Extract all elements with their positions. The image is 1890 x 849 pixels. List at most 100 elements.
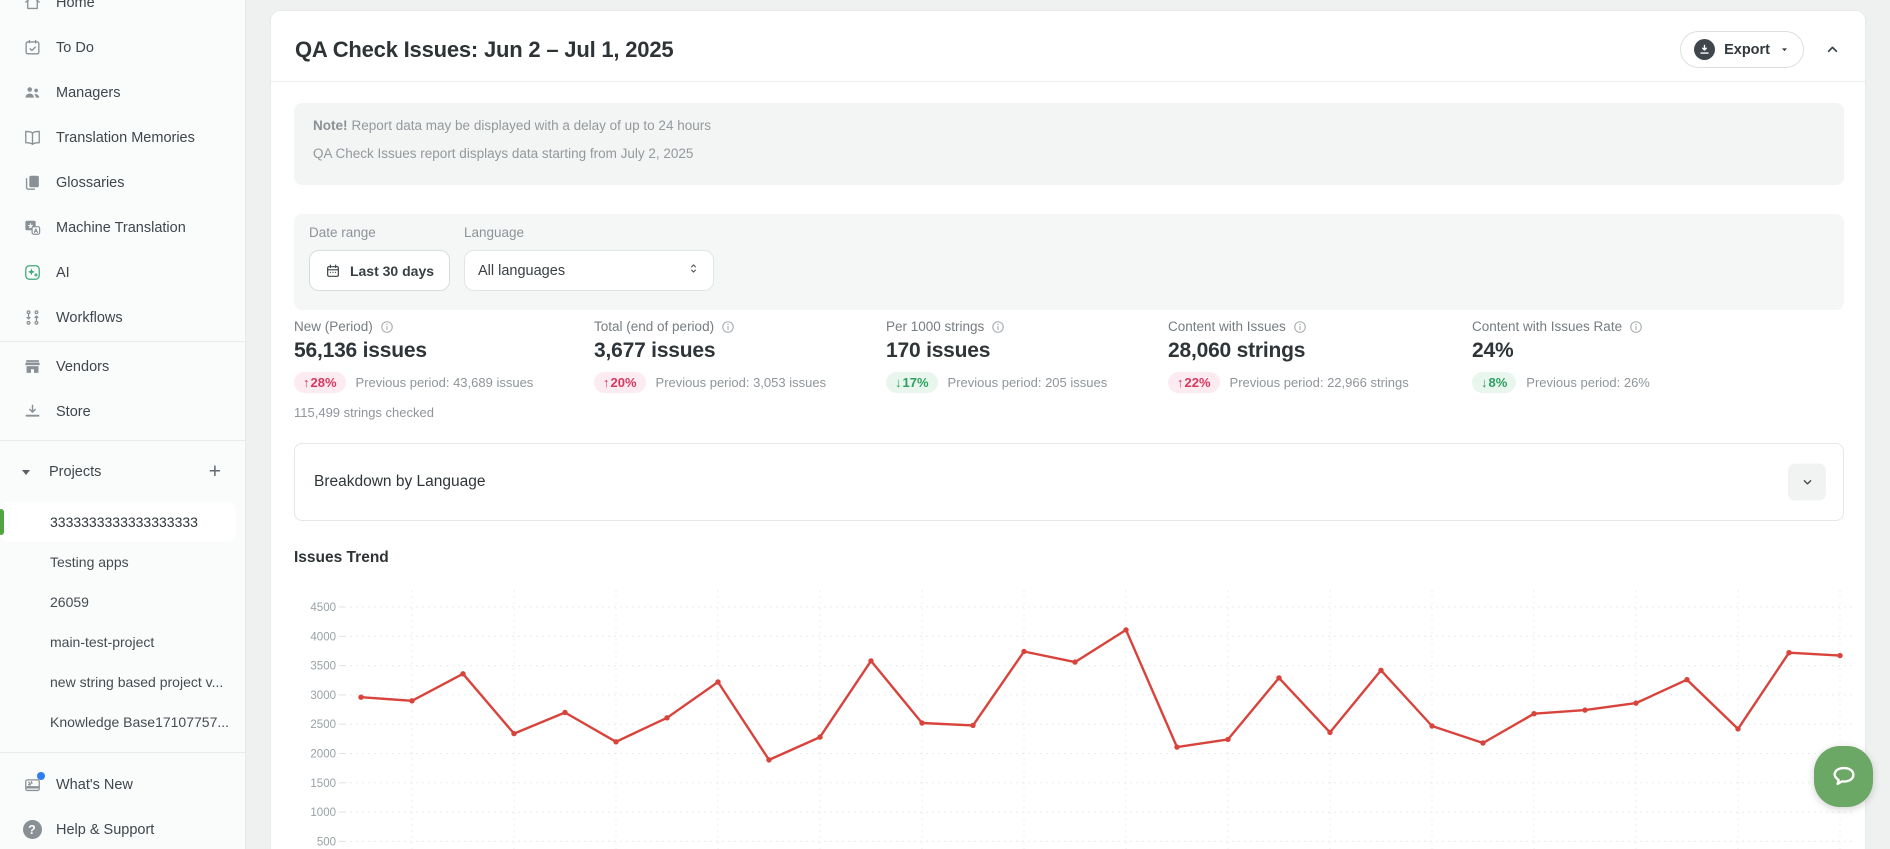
sidebar-footer-nav: What's New ? Help & Support: [0, 762, 245, 849]
managers-icon: [22, 83, 42, 103]
stat-change-value: 17%: [903, 375, 929, 390]
todo-calendar-icon: [22, 38, 42, 58]
stat-change-value: 22%: [1185, 375, 1211, 390]
stat-per-1000-strings: Per 1000 strings 170 issues ↓17% Previou…: [886, 319, 1107, 393]
sidebar-primary-nav: Home To Do Managers Translation Memories…: [0, 0, 245, 340]
svg-text:3500: 3500: [310, 661, 336, 673]
sidebar-item-vendors[interactable]: Vendors: [0, 344, 245, 389]
help-icon: ?: [22, 820, 42, 840]
qa-check-issues-dashboard: { "sidebar": { "nav_primary": [ {"label"…: [0, 0, 1890, 849]
translation-memories-icon: [22, 128, 42, 148]
sidebar-item-machine-translation[interactable]: Machine Translation: [0, 205, 245, 250]
stat-change-badge: ↓17%: [886, 372, 938, 393]
project-item[interactable]: new string based project v...: [0, 662, 245, 702]
info-icon[interactable]: [991, 320, 1005, 334]
sidebar-item-translation-memories[interactable]: Translation Memories: [0, 115, 245, 160]
info-icon[interactable]: [1629, 320, 1643, 334]
issues-trend-chart: 45004000350030002500200015001000500: [294, 586, 1860, 849]
breakdown-by-language-panel: Breakdown by Language: [294, 443, 1844, 521]
sidebar-item-todo[interactable]: To Do: [0, 25, 245, 70]
language-label: Language: [464, 225, 524, 240]
add-project-plus-icon[interactable]: +: [209, 462, 221, 482]
note-line-2: QA Check Issues report displays data sta…: [313, 146, 1825, 161]
svg-text:500: 500: [317, 836, 336, 848]
project-item[interactable]: main-test-project: [0, 622, 245, 662]
projects-section-header: Projects +: [0, 450, 245, 494]
trend-arrow-icon: ↑: [603, 375, 610, 390]
stat-change-badge: ↑28%: [294, 372, 346, 393]
breakdown-title: Breakdown by Language: [314, 473, 486, 491]
svg-text:2500: 2500: [310, 719, 336, 731]
trend-arrow-icon: ↑: [1177, 375, 1184, 390]
sidebar: Home To Do Managers Translation Memories…: [0, 0, 246, 849]
svg-text:4500: 4500: [310, 602, 336, 614]
dropdown-caret-icon: [1779, 44, 1790, 55]
stat-total-end-of-period: Total (end of period) 3,677 issues ↑20% …: [594, 319, 826, 393]
stat-label: Total (end of period): [594, 319, 714, 334]
project-item[interactable]: Knowledge Base17107757...: [0, 702, 245, 742]
note-text: Report data may be displayed with a dela…: [352, 118, 711, 133]
breakdown-expand-button[interactable]: [1788, 464, 1826, 501]
date-range-value: Last 30 days: [350, 263, 434, 279]
projects-list: 3333333333333333333 Testing apps 26059 m…: [0, 502, 245, 742]
sidebar-item-label: Machine Translation: [56, 220, 186, 236]
sidebar-item-glossaries[interactable]: Glossaries: [0, 160, 245, 205]
project-item[interactable]: 26059: [0, 582, 245, 622]
stat-value: 170 issues: [886, 339, 1107, 363]
trend-arrow-icon: ↑: [303, 375, 310, 390]
sidebar-item-help-support[interactable]: ? Help & Support: [0, 807, 245, 849]
sidebar-item-home[interactable]: Home: [0, 0, 245, 25]
stat-value: 3,677 issues: [594, 339, 826, 363]
project-item-selected[interactable]: 3333333333333333333: [0, 502, 236, 542]
stat-previous-period: Previous period: 43,689 issues: [356, 375, 534, 390]
export-button-label: Export: [1724, 42, 1770, 58]
sidebar-item-whats-new[interactable]: What's New: [0, 762, 245, 807]
svg-text:4000: 4000: [310, 631, 336, 643]
info-icon[interactable]: [380, 320, 394, 334]
calendar-icon: [325, 263, 341, 279]
info-icon[interactable]: [1293, 320, 1307, 334]
project-item-label: Testing apps: [50, 554, 129, 570]
whats-new-icon: [22, 775, 42, 795]
language-select[interactable]: All languages: [464, 250, 714, 291]
export-button[interactable]: Export: [1680, 31, 1804, 68]
stat-previous-period: Previous period: 205 issues: [948, 375, 1108, 390]
notification-dot: [37, 772, 45, 780]
stat-previous-period: Previous period: 3,053 issues: [656, 375, 827, 390]
stat-change-badge: ↑20%: [594, 372, 646, 393]
report-card: QA Check Issues: Jun 2 – Jul 1, 2025 Exp…: [270, 10, 1866, 849]
sidebar-item-store[interactable]: Store: [0, 389, 245, 434]
sidebar-item-label: Glossaries: [56, 175, 125, 191]
header-divider: [271, 81, 1865, 82]
stat-change-value: 20%: [611, 375, 637, 390]
sidebar-item-workflows[interactable]: Workflows: [0, 295, 245, 340]
stat-label: Content with Issues: [1168, 319, 1286, 334]
stat-previous-period: Previous period: 26%: [1526, 375, 1650, 390]
stat-value: 24%: [1472, 339, 1650, 363]
projects-collapse-caret-icon[interactable]: [22, 470, 30, 475]
date-range-picker[interactable]: Last 30 days: [309, 250, 450, 291]
note-prefix: Note!: [313, 118, 348, 133]
sidebar-item-managers[interactable]: Managers: [0, 70, 245, 115]
sidebar-divider: [0, 752, 245, 753]
sidebar-item-ai[interactable]: AI: [0, 250, 245, 295]
project-item-label: new string based project v...: [50, 674, 223, 690]
chevron-up-icon: [1824, 41, 1841, 58]
project-item-label: Knowledge Base17107757...: [50, 714, 229, 730]
store-download-icon: [22, 402, 42, 422]
stat-label: New (Period): [294, 319, 373, 334]
filters-panel: Date range Language Last 30 days All lan…: [294, 214, 1844, 310]
stat-previous-period: Previous period: 22,966 strings: [1230, 375, 1409, 390]
report-note: Note! Report data may be displayed with a…: [294, 103, 1844, 185]
info-icon[interactable]: [721, 320, 735, 334]
collapse-report-button[interactable]: [1824, 41, 1841, 58]
stat-label: Content with Issues Rate: [1472, 319, 1622, 334]
stat-new-period: New (Period) 56,136 issues ↑28% Previous…: [294, 319, 533, 393]
chat-widget-button[interactable]: [1814, 746, 1873, 807]
sidebar-item-label: What's New: [56, 777, 133, 793]
sidebar-item-label: Managers: [56, 85, 120, 101]
export-download-icon: [1694, 39, 1715, 60]
project-item-label: 3333333333333333333: [50, 514, 198, 530]
project-item[interactable]: Testing apps: [0, 542, 245, 582]
machine-translation-icon: [22, 218, 42, 238]
